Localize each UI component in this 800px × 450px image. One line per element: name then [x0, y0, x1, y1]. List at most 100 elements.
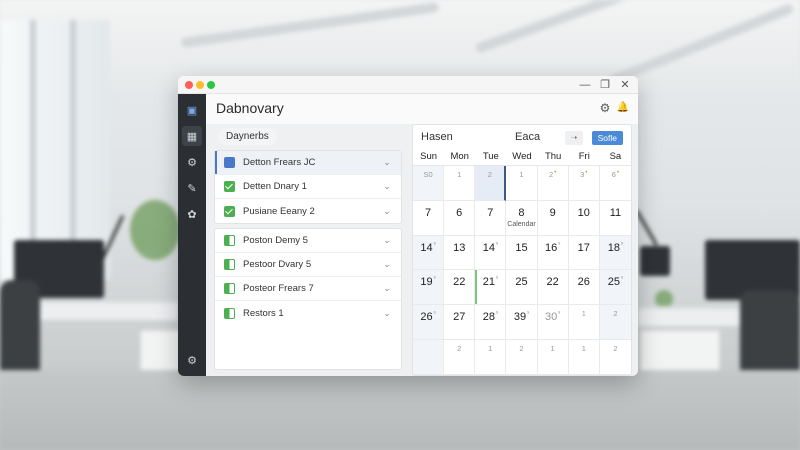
- day-number: 1: [519, 170, 524, 179]
- checkbox-checked-icon[interactable]: [224, 205, 235, 217]
- event-marker: ˢ: [527, 311, 530, 318]
- day-number: 6•: [611, 170, 620, 179]
- calendar-day-cell[interactable]: 27: [444, 305, 476, 341]
- day-number: 28ˢ: [482, 311, 498, 324]
- calendar-day-cell[interactable]: 1: [444, 166, 476, 201]
- list-item[interactable]: Detten Dnary 1 ⌄: [215, 175, 401, 199]
- calendar-day-cell[interactable]: 2: [444, 340, 476, 375]
- calendar-day-cell[interactable]: 8 Calendar: [506, 200, 538, 236]
- day-number: 6: [456, 206, 463, 219]
- weekday-label: Wed: [512, 151, 532, 162]
- calendar-day-cell[interactable]: 9: [537, 200, 569, 236]
- bell-icon[interactable]: 🔔: [616, 101, 630, 115]
- toggle-icon[interactable]: [224, 307, 235, 319]
- logo-icon[interactable]: ▣: [182, 100, 202, 120]
- calendar-day-cell[interactable]: 3•: [568, 166, 600, 201]
- event-marker: ˢ: [558, 311, 561, 318]
- toggle-icon[interactable]: [224, 283, 235, 294]
- calendar-day-cell[interactable]: 2•: [537, 166, 569, 201]
- calendar-day-cell[interactable]: 7: [475, 200, 507, 236]
- day-number: 13: [453, 241, 466, 254]
- chevron-down-icon[interactable]: ⌄: [381, 206, 393, 217]
- weekday-header: Sun Mon Tue Wed Thu Fri Sa: [413, 151, 631, 165]
- chevron-down-icon[interactable]: ⌄: [381, 181, 393, 192]
- list-item[interactable]: Detton Frears JC ⌄: [215, 151, 401, 175]
- calendar-day-cell[interactable]: 2: [599, 340, 631, 375]
- dashboard-icon[interactable]: ▦: [182, 126, 202, 146]
- calendar-day-cell[interactable]: 2: [506, 340, 538, 375]
- calendar-day-cell[interactable]: 30ˢ: [537, 305, 569, 341]
- calendar-day-cell[interactable]: 17: [568, 235, 600, 271]
- calendar-day-cell[interactable]: 26: [568, 270, 600, 306]
- close-button[interactable]: ✕: [618, 77, 632, 93]
- calendar-day-cell[interactable]: 6•: [599, 166, 631, 201]
- calendar-action-button[interactable]: Sofle: [591, 131, 623, 145]
- day-number: 14ˢ: [420, 241, 436, 254]
- list-item[interactable]: Pestoor Dvary 5 ⌄: [215, 253, 401, 277]
- calendar-day-cell[interactable]: 1: [568, 340, 600, 375]
- calendar-day-cell[interactable]: 26ˢ: [413, 305, 445, 341]
- day-number: 1: [581, 309, 586, 319]
- settings-icon[interactable]: ⚙: [598, 101, 612, 115]
- calendar-day-cell[interactable]: 21ˢ: [475, 270, 507, 306]
- chevron-down-icon[interactable]: ⌄: [381, 157, 393, 168]
- list-item-label: Pusiane Eeany 2: [243, 205, 315, 217]
- day-number: 7: [487, 206, 494, 219]
- calendar-day-cell[interactable]: 1: [568, 305, 600, 341]
- list-item[interactable]: Posteor Frears 7 ⌄: [215, 277, 401, 301]
- arrow-right-icon[interactable]: ➝: [565, 131, 583, 145]
- list-item[interactable]: Poston Demy 5 ⌄: [215, 229, 401, 253]
- calendar-day-cell[interactable]: 1: [537, 340, 569, 375]
- checkbox-checked-icon[interactable]: [224, 181, 235, 192]
- event-marker: ˢ: [621, 276, 624, 283]
- event-label[interactable]: Calendar: [506, 221, 536, 228]
- calendar-icon[interactable]: [224, 157, 235, 168]
- calendar-day-cell[interactable]: 7: [413, 200, 445, 236]
- calendar-day-cell[interactable]: 16ˢ: [537, 235, 569, 271]
- maximize-dot[interactable]: [207, 81, 215, 89]
- settings-icon[interactable]: ⚙: [182, 152, 202, 172]
- calendar-day-cell[interactable]: 25: [506, 270, 538, 306]
- bottom-settings-icon[interactable]: ⚙: [182, 350, 202, 370]
- sidebar: ▣ ▦ ⚙ ✎ ✿ ⚙: [178, 94, 206, 376]
- calendar-day-cell[interactable]: 15: [506, 235, 538, 271]
- calendar-day-cell[interactable]: 14ˢ: [413, 235, 445, 271]
- calendar-day-cell[interactable]: [413, 340, 445, 375]
- calendar-day-cell[interactable]: 1: [475, 340, 507, 375]
- calendar-day-cell[interactable]: 28ˢ: [475, 305, 507, 341]
- day-number: 11: [609, 206, 622, 219]
- close-dot[interactable]: [185, 81, 193, 89]
- calendar-day-cell[interactable]: 22: [444, 270, 476, 306]
- calendar-day-cell[interactable]: 25ˢ: [599, 270, 631, 306]
- event-marker: ˢ: [558, 241, 561, 248]
- edit-icon[interactable]: ✎: [182, 178, 202, 198]
- calendar-day-cell[interactable]: 22: [537, 270, 569, 306]
- cog-icon[interactable]: ✿: [182, 204, 202, 224]
- filter-pill[interactable]: Daynerbs: [218, 128, 277, 146]
- restore-button[interactable]: ❐: [598, 77, 612, 93]
- calendar-day-cell[interactable]: 18ˢ: [599, 235, 631, 271]
- calendar-day-cell[interactable]: 19ˢ: [413, 270, 445, 306]
- chevron-down-icon[interactable]: ⌄: [381, 283, 393, 294]
- minimize-button[interactable]: —: [578, 77, 592, 93]
- calendar-day-cell[interactable]: 39ˢ: [506, 305, 538, 341]
- calendar-day-cell[interactable]: S0: [413, 166, 445, 201]
- list-item-label: Detten Dnary 1: [243, 181, 307, 192]
- calendar-day-cell[interactable]: 10: [568, 200, 600, 236]
- day-number: 1: [457, 170, 462, 179]
- calendar-day-cell[interactable]: 2: [599, 305, 631, 341]
- toggle-icon[interactable]: [224, 259, 235, 270]
- calendar-day-cell[interactable]: 2: [475, 166, 507, 201]
- calendar-day-cell[interactable]: 6: [444, 200, 476, 236]
- list-item[interactable]: Pusiane Eeany 2 ⌄: [215, 199, 401, 223]
- toggle-icon[interactable]: [224, 235, 235, 246]
- calendar-day-cell[interactable]: 11: [599, 201, 631, 236]
- chevron-down-icon[interactable]: ⌄: [381, 259, 393, 270]
- list-item[interactable]: Restors 1 ⌄: [215, 301, 401, 325]
- calendar-day-cell[interactable]: 13: [444, 235, 476, 271]
- chevron-down-icon[interactable]: ⌄: [381, 308, 393, 319]
- minimize-dot[interactable]: [196, 81, 204, 89]
- calendar-day-cell[interactable]: 14ˢ: [475, 235, 507, 271]
- calendar-day-cell[interactable]: 1: [506, 166, 538, 201]
- chevron-down-icon[interactable]: ⌄: [381, 235, 393, 246]
